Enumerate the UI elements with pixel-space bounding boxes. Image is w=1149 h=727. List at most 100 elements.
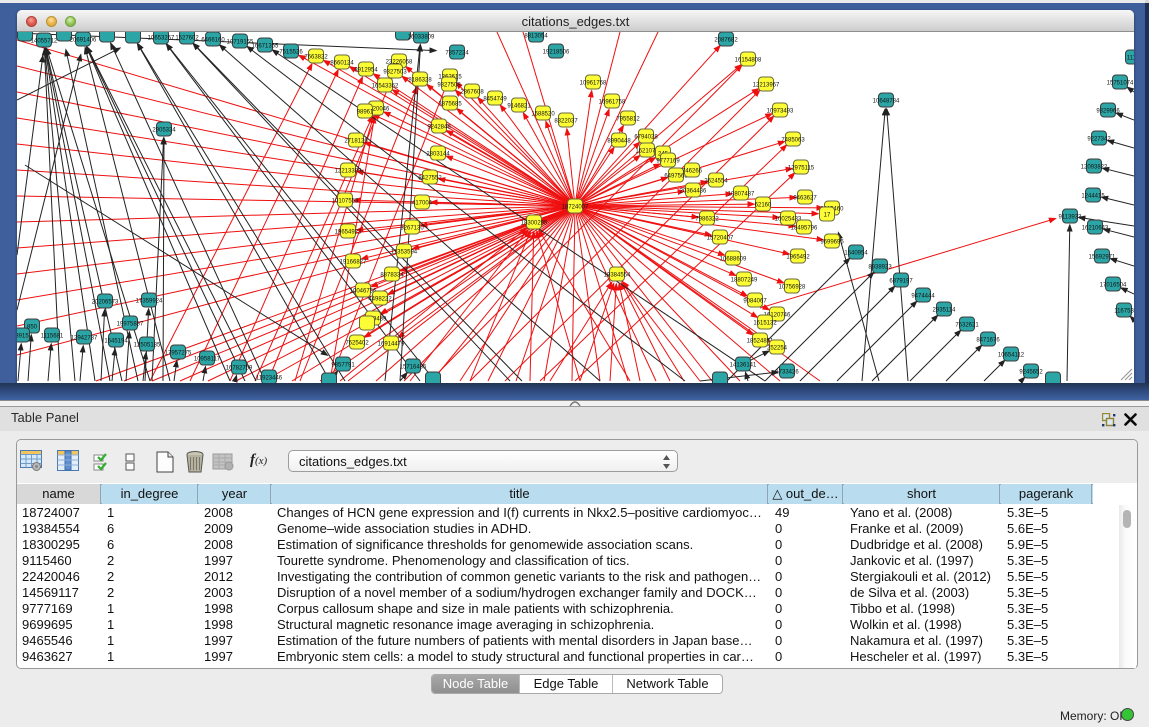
svg-text:8990448: 8990448 xyxy=(607,139,631,145)
svg-text:10756928: 10756928 xyxy=(779,285,806,291)
svg-text:9857791: 9857791 xyxy=(331,363,355,369)
svg-text:12942737: 12942737 xyxy=(71,336,98,342)
svg-text:9113933: 9113933 xyxy=(1059,215,1083,221)
svg-text:9245652: 9245652 xyxy=(1019,370,1043,376)
svg-text:10654112: 10654112 xyxy=(998,353,1025,359)
svg-text:7485063: 7485063 xyxy=(781,138,805,144)
svg-text:3915: 3915 xyxy=(17,334,29,340)
svg-text:98961: 98961 xyxy=(357,110,374,116)
svg-text:7955812: 7955812 xyxy=(616,117,640,123)
svg-text:7625402: 7625402 xyxy=(345,341,369,347)
svg-text:1588520: 1588520 xyxy=(531,112,555,118)
svg-text:19654923: 19654923 xyxy=(335,230,362,236)
svg-text:7357224: 7357224 xyxy=(445,51,469,57)
svg-text:9084067: 9084067 xyxy=(743,299,767,305)
svg-text:14055712: 14055712 xyxy=(31,39,58,45)
svg-text:10973493: 10973493 xyxy=(767,109,794,115)
svg-text:10107553: 10107553 xyxy=(332,199,359,205)
svg-text:15716485: 15716485 xyxy=(400,365,427,371)
svg-text:16210643: 16210643 xyxy=(1082,226,1109,232)
svg-text:4498222: 4498222 xyxy=(368,297,392,303)
svg-text:3624554: 3624554 xyxy=(704,179,728,185)
svg-text:8878334: 8878334 xyxy=(380,273,404,279)
svg-text:10961768: 10961768 xyxy=(580,81,607,87)
svg-text:6879197: 6879197 xyxy=(889,279,913,285)
svg-text:6466160: 6466160 xyxy=(201,38,225,44)
svg-text:10653267: 10653267 xyxy=(148,36,175,42)
svg-text:15751074: 15751074 xyxy=(1107,81,1134,87)
svg-text:3267130: 3267130 xyxy=(400,226,424,232)
svg-text:19166827: 19166827 xyxy=(340,260,367,266)
svg-text:62160: 62160 xyxy=(755,203,772,209)
svg-text:417004: 417004 xyxy=(412,201,433,207)
svg-text:8912954: 8912954 xyxy=(354,68,378,74)
svg-text:1645194: 1645194 xyxy=(104,339,128,345)
svg-text:15692971: 15692971 xyxy=(1089,255,1116,261)
svg-text:10719155: 10719155 xyxy=(227,40,254,46)
svg-text:8454749: 8454749 xyxy=(483,97,507,103)
svg-text:16543362: 16543362 xyxy=(372,84,399,90)
svg-text:252254: 252254 xyxy=(767,346,788,352)
svg-text:16671355: 16671355 xyxy=(252,44,279,50)
svg-text:8186328: 8186328 xyxy=(408,78,432,84)
svg-text:18300295: 18300295 xyxy=(521,221,548,227)
svg-text:3875685: 3875685 xyxy=(438,102,462,108)
svg-text:9463627: 9463627 xyxy=(793,196,817,202)
svg-text:17: 17 xyxy=(824,213,831,219)
svg-text:9777169: 9777169 xyxy=(656,159,680,165)
svg-text:14136141: 14136141 xyxy=(730,363,757,369)
svg-text:18495796: 18495796 xyxy=(791,226,818,232)
svg-text:116753: 116753 xyxy=(1114,309,1134,315)
svg-text:1733426: 1733426 xyxy=(775,370,799,376)
svg-text:12213967: 12213967 xyxy=(753,83,780,89)
svg-text:1244415: 1244415 xyxy=(1081,194,1105,200)
svg-text:1112: 1112 xyxy=(1127,56,1134,62)
svg-text:9474444: 9474444 xyxy=(911,294,935,300)
svg-text:12505185: 12505185 xyxy=(134,343,161,349)
svg-text:9146821: 9146821 xyxy=(507,104,531,110)
svg-text:2803144: 2803144 xyxy=(426,152,450,158)
svg-text:7632621: 7632621 xyxy=(955,323,979,329)
svg-text:19384554: 19384554 xyxy=(604,273,631,279)
svg-text:7515526: 7515526 xyxy=(279,50,303,56)
svg-text:16033809: 16033809 xyxy=(408,35,435,41)
svg-text:17016504: 17016504 xyxy=(1100,283,1127,289)
svg-text:12093822: 12093822 xyxy=(1081,165,1108,171)
svg-text:10958117: 10958117 xyxy=(194,357,221,363)
svg-text:2905334: 2905334 xyxy=(152,128,176,134)
svg-text:16961758: 16961758 xyxy=(599,100,626,106)
svg-text:1640954: 1640954 xyxy=(844,251,868,257)
svg-text:2935114: 2935114 xyxy=(933,308,957,314)
svg-text:8322037: 8322037 xyxy=(554,119,578,125)
svg-text:10688609: 10688609 xyxy=(720,257,747,263)
svg-text:9699695: 9699695 xyxy=(820,240,844,246)
svg-text:1615132: 1615132 xyxy=(753,321,777,327)
svg-text:8427552: 8427552 xyxy=(418,176,442,182)
svg-text:8938923: 8938923 xyxy=(868,265,892,271)
svg-text:1115681: 1115681 xyxy=(41,334,64,340)
svg-text:16154808: 16154808 xyxy=(735,58,762,64)
svg-text:12975115: 12975115 xyxy=(788,166,815,172)
svg-text:746266: 746266 xyxy=(682,169,703,175)
svg-text:2718126: 2718126 xyxy=(344,139,368,145)
svg-text:1965492: 1965492 xyxy=(786,255,810,261)
svg-text:18807249: 18807249 xyxy=(731,278,758,284)
svg-text:9227342: 9227342 xyxy=(1087,137,1111,143)
svg-text:2087682: 2087682 xyxy=(714,38,738,44)
svg-text:2867608: 2867608 xyxy=(460,90,484,96)
svg-text:18724007: 18724007 xyxy=(562,205,589,211)
svg-text:9329966: 9329966 xyxy=(1096,109,1120,115)
svg-text:10648784: 10648784 xyxy=(873,99,900,105)
svg-text:1527602: 1527602 xyxy=(175,36,199,42)
svg-text:8660124: 8660124 xyxy=(330,61,354,67)
svg-text:20206573: 20206573 xyxy=(92,300,119,306)
svg-text:9327508: 9327508 xyxy=(437,83,461,89)
svg-text:7986322: 7986322 xyxy=(695,217,719,223)
svg-text:7663822: 7663822 xyxy=(304,55,328,61)
svg-text:16782759: 16782759 xyxy=(226,366,253,372)
svg-text:11353594: 11353594 xyxy=(391,250,418,256)
svg-text:12213389: 12213389 xyxy=(335,169,362,175)
svg-text:9242848: 9242848 xyxy=(427,125,451,131)
svg-text:9327503: 9327503 xyxy=(383,70,407,76)
svg-text:11923446: 11923446 xyxy=(256,376,283,382)
